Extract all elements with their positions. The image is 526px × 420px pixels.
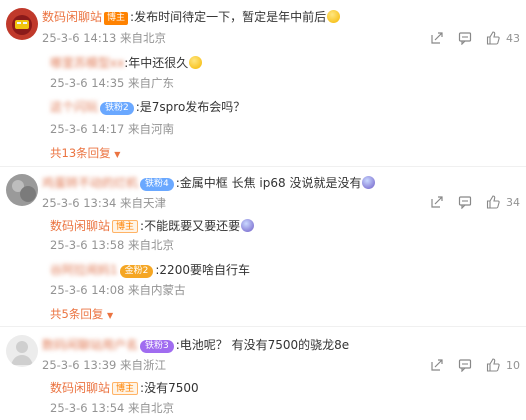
reply-header: 数码闲聊站 博主:没有7500 (50, 380, 199, 396)
comment-actions: 34 (430, 195, 520, 209)
reply-username[interactable]: 谷阿拉闹妈1 (50, 263, 118, 277)
like-count: 43 (506, 31, 520, 45)
reply-username[interactable]: 数码闲聊站 (50, 219, 110, 233)
reply-date: 25-3-6 13:54 (50, 401, 125, 415)
share-icon[interactable] (430, 358, 444, 372)
reply-text: :不能既要又要还要 (140, 219, 241, 233)
comment-meta: 25-3-6 13:34 来自天津 (42, 195, 166, 211)
more-replies-link[interactable]: 共13条回复 ▼ (50, 145, 120, 161)
reply-text: :没有7500 (140, 381, 199, 395)
avatar[interactable] (6, 335, 38, 367)
reply-username[interactable]: 数码闲聊站 (50, 381, 110, 395)
blogger-badge: 博主 (112, 382, 139, 395)
blogger-badge: 博主 (112, 220, 139, 233)
reply-text: :年中还很久 (124, 56, 189, 70)
chevron-down-icon: ▼ (114, 150, 121, 159)
avatar[interactable] (6, 174, 38, 206)
reply-meta: 25-3-6 13:58 来自北京 (50, 237, 174, 253)
reply-location: 来自内蒙古 (128, 283, 186, 297)
comment-icon[interactable] (458, 195, 472, 209)
fan-badge: 铁粉4 (140, 178, 174, 191)
comment-actions: 10 (430, 358, 520, 372)
share-icon[interactable] (430, 31, 444, 45)
reply-meta: 25-3-6 14:17 来自河南 (50, 121, 174, 137)
fan-badge: 铁粉2 (100, 102, 134, 115)
avatar[interactable] (6, 8, 38, 40)
reply-location: 来自北京 (128, 238, 175, 252)
comment-location: 来自北京 (120, 31, 167, 45)
reply-text: :2200要啥自行车 (155, 263, 250, 277)
reply-date: 25-3-6 13:58 (50, 238, 125, 252)
reply-username[interactable]: 哪里苏模型xx (50, 56, 124, 70)
emoji-icon (241, 219, 255, 232)
more-replies-link[interactable]: 共5条回复 ▼ (50, 306, 113, 322)
comment-meta: 25-3-6 14:13 来自北京 (42, 30, 166, 46)
reply-location: 来自北京 (128, 401, 175, 415)
like-icon[interactable] (486, 195, 500, 209)
emoji-icon (327, 10, 341, 23)
username[interactable]: 数码闲聊站用户名 (42, 338, 138, 352)
comment-meta: 25-3-6 13:39 来自浙江 (42, 357, 166, 373)
reply-header: 数码闲聊站 博主:不能既要又要还要 (50, 218, 255, 234)
comment-date: 25-3-6 14:13 (42, 31, 117, 45)
share-icon[interactable] (430, 195, 444, 209)
reply-header: 哪里苏模型xx:年中还很久 (50, 55, 203, 71)
like-count: 34 (506, 195, 520, 209)
like-icon[interactable] (486, 358, 500, 372)
comment-icon[interactable] (458, 31, 472, 45)
reply-location: 来自广东 (128, 76, 175, 90)
emoji-icon (189, 56, 203, 69)
reply-date: 25-3-6 14:08 (50, 283, 125, 297)
like-icon[interactable] (486, 31, 500, 45)
comment-date: 25-3-6 13:34 (42, 196, 117, 210)
reply-meta: 25-3-6 14:35 来自广东 (50, 75, 174, 91)
reply-username[interactable]: 这个闪玩 (50, 100, 98, 114)
reply-meta: 25-3-6 13:54 来自北京 (50, 400, 174, 416)
reply-date: 25-3-6 14:35 (50, 76, 125, 90)
comment-text: :发布时间待定一下，暂定是年中前后 (130, 10, 327, 24)
reply-header: 谷阿拉闹妈1 金粉2:2200要啥自行车 (50, 262, 250, 278)
blogger-badge: 博主 (104, 12, 129, 25)
comment-location: 来自天津 (120, 196, 167, 210)
comment-actions: 43 (430, 31, 520, 45)
comment-location: 来自浙江 (120, 358, 167, 372)
like-count: 10 (506, 358, 520, 372)
reply-meta: 25-3-6 14:08 来自内蒙古 (50, 282, 186, 298)
emoji-icon (362, 176, 376, 189)
comment-text: :电池呢？ 有没有7500的骁龙8e (175, 338, 350, 352)
reply-date: 25-3-6 14:17 (50, 122, 125, 136)
comment-header: 鸡蛋转不动的烂机 铁粉4:金属中框 长焦 ip68 没说就是没有 (42, 175, 376, 191)
divider (0, 166, 526, 167)
username[interactable]: 鸡蛋转不动的烂机 (42, 176, 138, 190)
chevron-down-icon: ▼ (106, 311, 114, 320)
divider (0, 326, 526, 327)
fan-badge: 金粉2 (119, 265, 154, 278)
comment-header: 数码闲聊站用户名 铁粉3:电池呢？ 有没有7500的骁龙8e (42, 337, 349, 353)
reply-location: 来自河南 (128, 122, 175, 136)
fan-badge: 铁粉3 (140, 340, 174, 353)
comment-date: 25-3-6 13:39 (42, 358, 117, 372)
comment-icon[interactable] (458, 358, 472, 372)
comment-text: :金属中框 长焦 ip68 没说就是没有 (175, 176, 362, 190)
comment-header: 数码闲聊站 博主:发布时间待定一下，暂定是年中前后 (42, 9, 341, 25)
username[interactable]: 数码闲聊站 (42, 10, 102, 24)
reply-text: :是7spro发布会吗？ (135, 100, 246, 114)
reply-header: 这个闪玩 铁粉2:是7spro发布会吗？ (50, 99, 245, 115)
